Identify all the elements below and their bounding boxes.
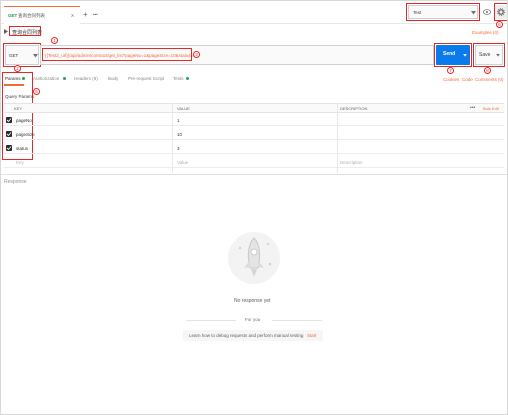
annotation-3: 3 [193,51,200,58]
request-tab[interactable]: GET 查询合同列表 X [4,6,80,24]
annotation-box-send [434,43,472,67]
annotation-7: 7 [447,67,454,74]
bulk-edit-link[interactable]: Bulk Edit [483,106,499,111]
header-description: DESCRIPTION [340,106,368,111]
placeholder-value[interactable]: Value [177,160,188,165]
row-value[interactable]: 3 [177,146,180,151]
tab-pre-request-script[interactable]: Pre-request Script [128,76,164,81]
params-table: KEY VALUE DESCRIPTION ••• Bulk Edit page… [4,103,504,173]
tab-close-icon[interactable]: X [71,13,74,18]
table-row: pageNo 1 [4,113,504,126]
annotation-2: 2 [14,65,21,72]
annotation-6: 6 [496,21,503,28]
annotation-1: 1 [51,37,58,44]
eye-icon [483,9,491,15]
table-row: pageSize 10 [4,127,504,140]
comments-link[interactable]: Comments (0) [475,77,504,82]
code-link[interactable]: Code [462,77,473,82]
empty-response-text: No response yet [234,298,271,304]
tab-authorization[interactable]: Authorization [33,73,69,85]
checkmark-icon [6,118,12,123]
row-value[interactable]: 1 [177,118,180,123]
response-divider [0,174,508,175]
row-value[interactable]: 10 [177,132,182,137]
tab-more-button[interactable]: ••• [93,12,98,17]
annotation-box-save [473,43,505,67]
row-key[interactable]: pageNo [16,118,32,123]
tab-tests-label: Tests [173,76,184,81]
rocket-illustration-icon [228,232,280,284]
table-more-button[interactable]: ••• [470,105,475,111]
response-title: Response [4,179,27,185]
for-you-label: For you [245,317,261,322]
for-you-rule-left [186,320,236,321]
tab-authorization-dot [63,77,66,80]
learn-start-link[interactable]: Start [307,333,317,338]
placeholder-key[interactable]: Key [16,160,24,165]
examples-link[interactable]: Examples (0) [472,30,499,35]
annotation-box-gear [494,3,508,21]
query-params-title: Query Params [5,94,35,99]
annotation-box-url [42,48,192,61]
table-row: status 3 [4,141,504,154]
learn-tip-card: Learn how to debug requests and perform … [183,330,323,341]
annotation-8: 8 [484,67,491,74]
annotation-box-method [3,43,41,67]
header-key: KEY [14,106,23,111]
tab-method: GET [8,13,18,18]
checkmark-icon [6,146,12,151]
cookies-link[interactable]: Cookies [443,77,459,82]
collapse-caret-icon[interactable] [4,29,8,34]
placeholder-description[interactable]: Description [340,160,363,165]
annotation-5: 5 [33,88,40,95]
annotation-box-title [9,26,41,36]
row-checkbox[interactable] [6,131,12,137]
table-placeholder-row: Key Value Description [4,155,504,168]
row-key[interactable]: status [16,146,28,151]
for-you-rule-right [272,320,322,321]
row-checkbox[interactable] [6,145,12,151]
learn-tip-text: Learn how to debug requests and perform … [189,333,304,338]
annotation-box-env [406,3,480,21]
row-key[interactable]: pageSize [16,132,35,137]
tab-title: 查询合同列表 [18,13,45,18]
tab-authorization-label: Authorization [33,76,60,81]
tab-tests-dot [186,77,189,80]
row-checkbox[interactable] [6,117,12,123]
tab-headers[interactable]: Headers (9) [74,76,98,81]
header-value: VALUE [177,106,190,111]
table-header-row: KEY VALUE DESCRIPTION ••• Bulk Edit [4,103,504,113]
new-tab-button[interactable]: + [83,10,88,19]
checkmark-icon [6,132,12,137]
tab-tests[interactable]: Tests [173,73,193,85]
environment-quick-look-button[interactable] [481,5,493,19]
tab-body[interactable]: Body [108,76,118,81]
empty-response-illustration [226,230,282,286]
